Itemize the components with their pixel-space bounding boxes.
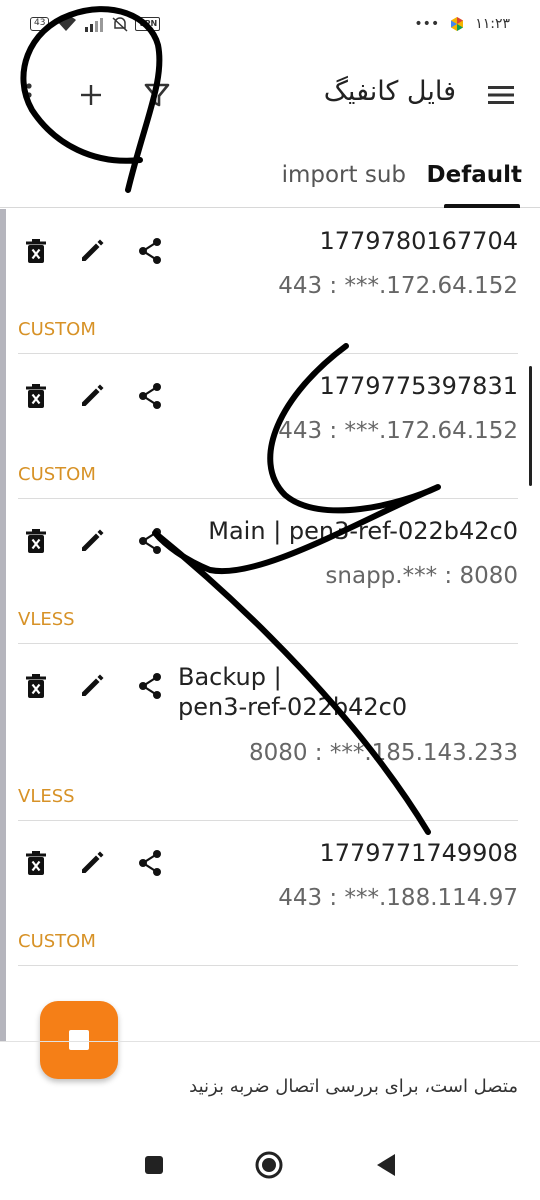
row-actions [18,523,168,559]
config-type: VLESS [18,609,75,630]
delete-button[interactable] [18,845,54,881]
delete-button[interactable] [18,523,54,559]
scrollbar[interactable] [529,366,532,486]
row-actions [18,845,168,881]
share-button[interactable] [132,668,168,704]
edit-icon [82,384,104,406]
battery-icon: 43 [30,17,50,31]
filter-icon [144,83,170,107]
delete-icon [26,239,46,263]
config-address: snapp.*** : 8080 [325,563,518,589]
share-button[interactable] [132,523,168,559]
edit-button[interactable] [74,378,110,414]
delete-icon [26,674,46,698]
tab-indicator [444,204,520,208]
config-name: Backup | pen3-ref-022b42c0 [178,662,407,722]
delete-icon [26,529,46,553]
tab-default[interactable]: Default [427,162,522,188]
edit-icon [82,239,104,261]
config-name-line: Backup | [178,663,282,691]
share-icon [139,383,161,409]
config-item[interactable]: 1779775397831 443 : ***.172.64.152 CUSTO… [18,354,518,499]
add-config-button[interactable] [76,80,106,110]
app-logo-icon [451,17,464,31]
config-name: 1779775397831 [319,372,518,400]
notification-dots: ••• [414,16,440,32]
config-address: 443 : ***.188.114.97 [278,885,518,911]
config-address: 443 : ***.172.64.152 [278,418,518,444]
status-bar: 43 VPN ••• ۱۱:۲۳ [0,0,540,48]
more-options-button[interactable] [14,80,44,110]
edit-icon [82,674,104,696]
recent-apps-button[interactable] [138,1149,170,1181]
filter-button[interactable] [142,80,172,110]
system-nav-bar [0,1131,540,1200]
delete-icon [26,851,46,875]
connection-status-text: متصل است، برای بررسی اتصال ضربه بزنید [189,1076,518,1097]
delete-icon [26,384,46,408]
page-title: فایل کانفیگ [323,76,456,107]
edit-icon [82,529,104,551]
home-button[interactable] [253,1149,285,1181]
config-name: 1779780167704 [319,227,518,255]
config-name: 1779771749908 [319,839,518,867]
delete-button[interactable] [18,668,54,704]
signal-icon [85,18,104,32]
config-type: CUSTOM [18,464,96,485]
menu-icon [488,86,514,104]
delete-button[interactable] [18,378,54,414]
tab-import-sub[interactable]: import sub [282,162,406,188]
mute-icon [112,17,128,32]
app-bar: فایل کانفیگ [0,48,540,148]
tab-bar: Default import sub [0,148,540,208]
share-icon [139,850,161,876]
row-actions [18,668,168,704]
edit-button[interactable] [74,523,110,559]
edit-icon [82,851,104,873]
status-right: ••• ۱۱:۲۳ [414,16,510,32]
plus-icon [81,85,101,105]
back-triangle-icon [377,1154,395,1176]
share-icon [139,528,161,554]
selection-rail [0,209,6,1041]
row-actions [18,233,168,269]
share-button[interactable] [132,845,168,881]
share-icon [139,238,161,264]
square-icon [145,1156,163,1174]
config-list[interactable]: 1779780167704 443 : ***.172.64.152 CUSTO… [0,209,540,1041]
status-time: ۱۱:۲۳ [475,16,510,32]
row-actions [18,378,168,414]
home-circle-icon [255,1151,283,1179]
edit-button[interactable] [74,233,110,269]
vpn-icon: VPN [135,17,161,31]
config-type: VLESS [18,786,75,807]
more-vert-icon [26,83,32,107]
share-button[interactable] [132,233,168,269]
config-type: CUSTOM [18,319,96,340]
config-name: Main | pen3-ref-022b42c0 [208,517,518,545]
edit-button[interactable] [74,668,110,704]
config-item[interactable]: 1779771749908 443 : ***.188.114.97 CUSTO… [18,821,518,966]
wifi-icon [56,16,77,31]
config-address: 443 : ***.172.64.152 [278,273,518,299]
config-type: CUSTOM [18,931,96,952]
connection-status-bar[interactable]: متصل است، برای بررسی اتصال ضربه بزنید [0,1041,540,1131]
config-item[interactable]: Backup | pen3-ref-022b42c0 8080 : ***.18… [18,644,518,821]
config-item[interactable]: Main | pen3-ref-022b42c0 snapp.*** : 808… [18,499,518,644]
back-button[interactable] [370,1149,402,1181]
config-item[interactable]: 1779780167704 443 : ***.172.64.152 CUSTO… [18,209,518,354]
config-name-line: pen3-ref-022b42c0 [178,693,408,721]
share-button[interactable] [132,378,168,414]
share-icon [139,673,161,699]
config-address: 8080 : ***.185.143.233 [248,740,518,766]
delete-button[interactable] [18,233,54,269]
status-left: 43 VPN [30,16,161,32]
menu-button[interactable] [486,80,516,110]
edit-button[interactable] [74,845,110,881]
